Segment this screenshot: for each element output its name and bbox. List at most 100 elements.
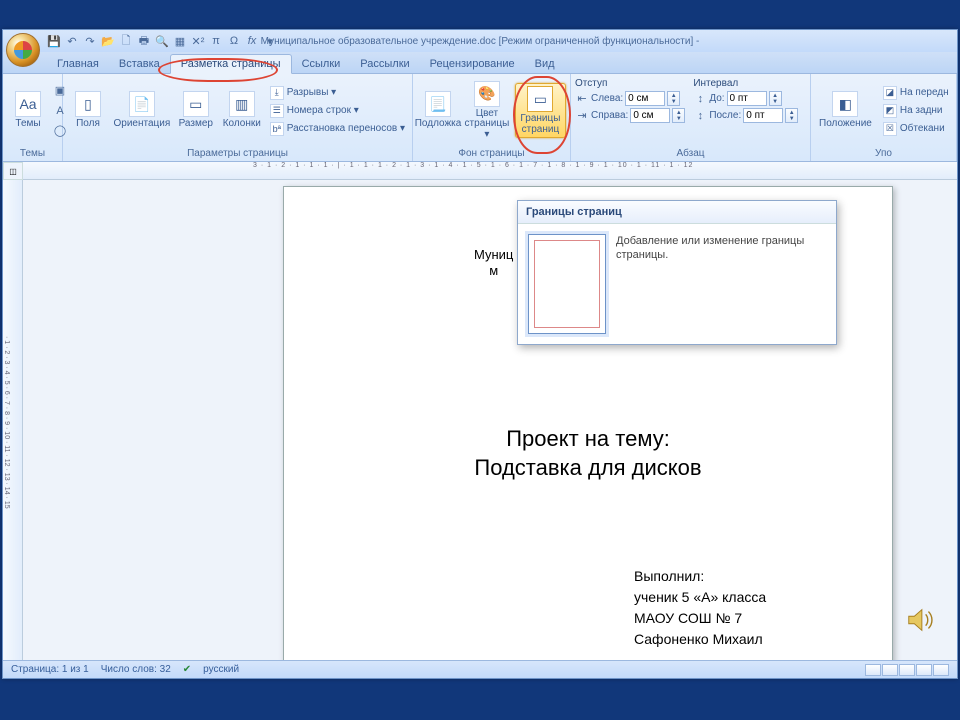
spacing-before-icon: ↕ xyxy=(693,92,707,106)
status-page[interactable]: Страница: 1 из 1 xyxy=(11,664,89,675)
vertical-ruler[interactable]: · 1 · 2 · 3 · 4 · 5 · 6 · 7 · 8 · 9 · 10… xyxy=(3,180,23,660)
view-web-layout-icon[interactable] xyxy=(899,664,915,676)
window-title: Муниципальное образовательное учреждение… xyxy=(261,36,700,47)
spacing-after-icon: ↕ xyxy=(693,109,707,123)
line-numbers-label: Номера строк ▾ xyxy=(287,105,359,116)
office-button[interactable] xyxy=(6,33,40,67)
spacing-before-input[interactable] xyxy=(727,91,767,106)
doc-footer-l2: ученик 5 «А» класса xyxy=(634,589,766,605)
tab-home[interactable]: Главная xyxy=(47,55,109,73)
hyphenation-label: Расстановка переносов ▾ xyxy=(287,123,405,134)
themes-label: Темы xyxy=(15,119,40,130)
hyphenation-button[interactable]: bªРасстановка переносов ▾ xyxy=(267,121,408,137)
page-borders-tooltip: Границы страниц Добавление или изменение… xyxy=(517,200,837,345)
ribbon: Aa Темы ▣ A ◯ Темы ▯ Поля 📄 Ориентация ▭ Ра… xyxy=(3,74,957,162)
indent-right-input[interactable] xyxy=(630,108,670,123)
themes-button[interactable]: Aa Темы xyxy=(7,89,49,132)
status-proofing-icon[interactable]: ✔ xyxy=(183,664,191,675)
margins-label: Поля xyxy=(76,119,100,130)
open-icon[interactable]: 📂 xyxy=(101,34,115,48)
bring-front-button[interactable]: ◪На передн xyxy=(880,85,952,101)
group-page-setup-title: Параметры страницы xyxy=(63,147,412,161)
breaks-button[interactable]: ⤓Разрывы ▾ xyxy=(267,85,408,101)
orientation-button[interactable]: 📄 Ориентация xyxy=(113,89,171,132)
margins-icon: ▯ xyxy=(75,91,101,117)
quick-access-toolbar: 💾 ↶ ↷ 📂 🗋 🖶 🔍 ▦ ✕² π Ω fx ▾ xyxy=(47,34,277,48)
tab-view[interactable]: Вид xyxy=(525,55,565,73)
indent-left-icon: ⇤ xyxy=(575,92,589,106)
doc-footer-l1: Выполнил: xyxy=(634,568,704,584)
speaker-icon xyxy=(905,605,935,635)
spacing-before-spinner[interactable]: ▲▼ xyxy=(769,91,782,106)
page-color-button[interactable]: 🎨Цвет страницы ▾ xyxy=(463,79,511,143)
page-borders-icon: ▭ xyxy=(527,86,553,112)
position-button[interactable]: ◧ Положение xyxy=(815,89,876,132)
undo-icon[interactable]: ↶ xyxy=(65,34,79,48)
send-back-button[interactable]: ◩На задни xyxy=(880,103,952,119)
doc-title: Проект на тему: Подставка для дисков xyxy=(284,425,892,482)
size-icon: ▭ xyxy=(183,91,209,117)
watermark-button[interactable]: 📃Подложка xyxy=(417,89,459,132)
text-wrap-button[interactable]: ☒Обтекани xyxy=(880,121,952,137)
group-paragraph: Отступ ⇤ Слева: ▲▼ ⇥ Справа: ▲▼ xyxy=(571,74,811,161)
margins-button[interactable]: ▯ Поля xyxy=(67,89,109,132)
send-back-label: На задни xyxy=(900,105,943,116)
columns-button[interactable]: ▥Колонки xyxy=(221,89,263,132)
orientation-icon: 📄 xyxy=(129,91,155,117)
equation-icon[interactable]: Ω xyxy=(227,34,241,48)
page-borders-button[interactable]: ▭Границы страниц xyxy=(515,83,566,138)
fx-icon[interactable]: fx xyxy=(245,34,259,48)
print-icon[interactable]: 🖶 xyxy=(137,34,151,48)
group-themes: Aa Темы ▣ A ◯ Темы xyxy=(3,74,63,161)
spacing-after-input[interactable] xyxy=(743,108,783,123)
indent-left-input[interactable] xyxy=(625,91,665,106)
indent-right-label: Справа: xyxy=(591,110,628,121)
group-paragraph-title: Абзац xyxy=(571,147,810,161)
tab-insert[interactable]: Вставка xyxy=(109,55,170,73)
new-icon[interactable]: 🗋 xyxy=(119,34,133,48)
save-icon[interactable]: 💾 xyxy=(47,34,61,48)
ruler-corner[interactable]: ◫ xyxy=(3,162,23,180)
tooltip-description: Добавление или изменение границы страниц… xyxy=(616,234,826,334)
size-label: Размер xyxy=(179,119,213,130)
size-button[interactable]: ▭ Размер xyxy=(175,89,217,132)
group-themes-title: Темы xyxy=(3,147,62,161)
indent-left-spinner[interactable]: ▲▼ xyxy=(667,91,680,106)
spacing-after-label: После: xyxy=(709,110,741,121)
doc-title-l2: Подставка для дисков xyxy=(474,455,701,480)
chart-icon[interactable]: ✕² xyxy=(191,34,205,48)
doc-footer-l3: МАОУ СОШ № 7 xyxy=(634,610,742,626)
breaks-icon: ⤓ xyxy=(270,86,284,100)
view-print-layout-icon[interactable] xyxy=(865,664,881,676)
tab-mailings[interactable]: Рассылки xyxy=(350,55,419,73)
position-label: Положение xyxy=(819,119,872,130)
tab-review[interactable]: Рецензирование xyxy=(420,55,525,73)
status-words[interactable]: Число слов: 32 xyxy=(101,664,171,675)
line-numbers-button[interactable]: ☰Номера строк ▾ xyxy=(267,103,408,119)
horizontal-ruler[interactable]: 3 · 1 · 2 · 1 · 1 · 1 · | · 1 · 1 · 1 · … xyxy=(23,162,957,180)
view-full-screen-icon[interactable] xyxy=(882,664,898,676)
spacing-header: Интервал xyxy=(693,78,798,89)
tab-references[interactable]: Ссылки xyxy=(292,55,351,73)
group-page-background: 📃Подложка 🎨Цвет страницы ▾ ▭Границы стра… xyxy=(413,74,571,161)
orientation-label: Ориентация xyxy=(114,119,171,130)
tab-page-layout[interactable]: Разметка страницы xyxy=(170,54,292,74)
table-icon[interactable]: ▦ xyxy=(173,34,187,48)
indent-right-spinner[interactable]: ▲▼ xyxy=(672,108,685,123)
indent-left-label: Слева: xyxy=(591,93,623,104)
view-draft-icon[interactable] xyxy=(933,664,949,676)
spacing-after-spinner[interactable]: ▲▼ xyxy=(785,108,798,123)
title-bar: 💾 ↶ ↷ 📂 🗋 🖶 🔍 ▦ ✕² π Ω fx ▾ Муниципально… xyxy=(3,30,957,52)
position-icon: ◧ xyxy=(832,91,858,117)
view-buttons xyxy=(865,664,949,676)
tooltip-title: Границы страниц xyxy=(518,201,836,224)
columns-label: Колонки xyxy=(223,119,261,130)
indent-right-row: ⇥ Справа: ▲▼ xyxy=(575,108,685,123)
redo-icon[interactable]: ↷ xyxy=(83,34,97,48)
preview-icon[interactable]: 🔍 xyxy=(155,34,169,48)
themes-icon: Aa xyxy=(15,91,41,117)
status-language[interactable]: русский xyxy=(203,664,239,675)
status-bar: Страница: 1 из 1 Число слов: 32 ✔ русски… xyxy=(3,660,957,678)
pi-icon[interactable]: π xyxy=(209,34,223,48)
view-outline-icon[interactable] xyxy=(916,664,932,676)
